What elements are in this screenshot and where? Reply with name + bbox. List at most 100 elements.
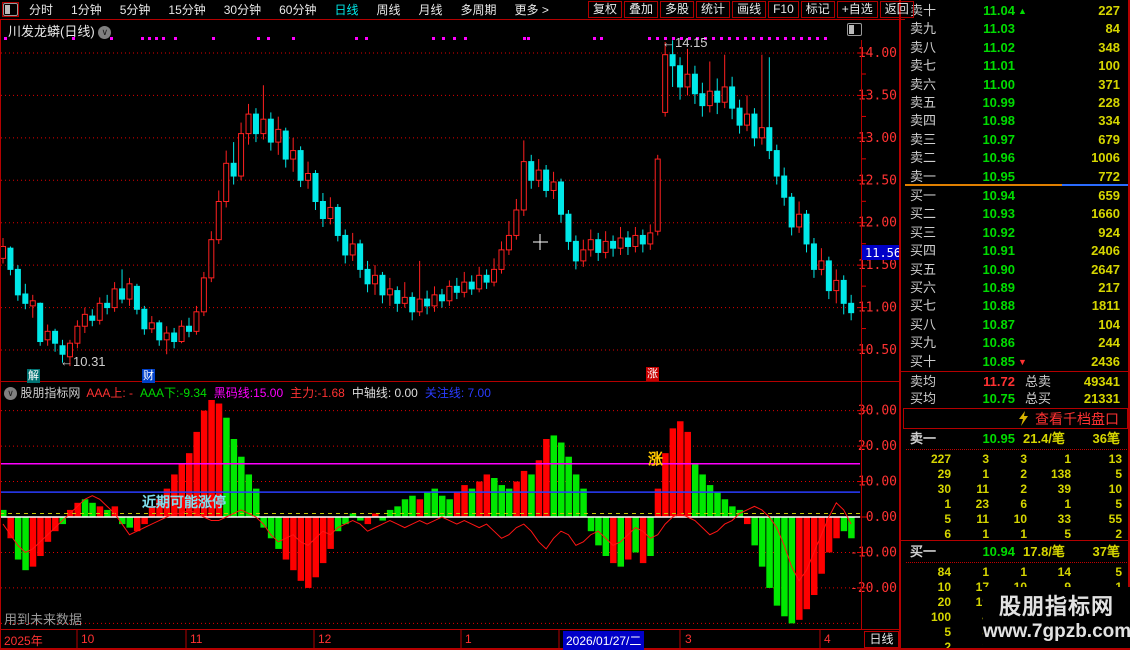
level-price: 10.93 <box>982 206 1015 222</box>
level-label: 卖六 <box>910 76 937 92</box>
svg-text:30.00: 30.00 <box>858 404 897 419</box>
level-price: 10.85 <box>982 353 1015 369</box>
ask-row[interactable]: 卖一 10.95 772 <box>905 168 1128 186</box>
bid-row[interactable]: 买二 10.93 1660 <box>905 205 1128 223</box>
indicator-hint-text: 近期可能涨停 <box>142 494 226 510</box>
ratio-bar-buy <box>1062 184 1128 186</box>
bid-row[interactable]: 买十 10.85 2436 ▼ <box>905 353 1128 371</box>
detail-cell: 3 <box>982 452 989 466</box>
detail-cell: 1 <box>944 497 951 511</box>
detail-cell: 1 <box>1020 565 1027 579</box>
level-volume: 2647 <box>1091 261 1120 277</box>
svg-text:13.50: 13.50 <box>858 88 897 103</box>
menu-item-5分钟[interactable]: 5分钟 <box>120 1 151 18</box>
level-price: 10.98 <box>982 113 1015 129</box>
detail-cell: 2 <box>1020 467 1027 481</box>
event-badge-解[interactable]: 解 <box>27 369 40 383</box>
ask-row[interactable]: 卖四 10.98 334 <box>905 112 1128 130</box>
panel-collapse-icon[interactable] <box>847 23 862 41</box>
bid-row[interactable]: 买一 10.94 659 <box>905 187 1128 205</box>
level-price: 10.91 <box>982 243 1015 259</box>
level-label: 卖二 <box>910 150 937 166</box>
dotted-separator <box>906 449 1127 450</box>
toolbar-button-多股[interactable]: 多股 <box>660 1 695 18</box>
watermark-name: 股朋指标网 <box>998 594 1114 619</box>
svg-text:12.00: 12.00 <box>858 216 897 231</box>
svg-text:14.00: 14.00 <box>858 46 897 61</box>
period-selector[interactable]: 日线 <box>864 631 899 648</box>
chevron-down-icon[interactable]: ∨ <box>98 26 112 40</box>
menu-item-分时[interactable]: 分时 <box>29 1 53 18</box>
bid-row[interactable]: 买六 10.89 217 <box>905 279 1128 297</box>
depth-link-label: 查看千档盘口 <box>1035 410 1119 427</box>
level-volume: 100 <box>1098 58 1120 74</box>
ask-row[interactable]: 卖二 10.96 1006 <box>905 149 1128 167</box>
toolbar-button-统计[interactable]: 统计 <box>696 1 731 18</box>
indicator-source: 股朋指标网 <box>20 386 81 400</box>
menu-item-30分钟[interactable]: 30分钟 <box>224 1 261 18</box>
watermark-url: www.7gpzb.com <box>983 621 1130 642</box>
time-axis-month[interactable]: 11 <box>190 632 202 646</box>
level-price: 10.87 <box>982 316 1015 332</box>
toolbar-button-F10[interactable]: F10 <box>768 1 799 18</box>
up-arrow-icon: ▲ <box>1018 6 1027 16</box>
toolbar-button-+自选[interactable]: +自选 <box>836 1 878 18</box>
toolbar-button-叠加[interactable]: 叠加 <box>624 1 659 18</box>
bid-row[interactable]: 买七 10.88 1811 <box>905 297 1128 315</box>
depth-link-row[interactable]: 查看千档盘口 <box>903 408 1128 429</box>
menu-item-周线[interactable]: 周线 <box>376 1 400 18</box>
level-price: 10.92 <box>982 224 1015 240</box>
time-axis-month[interactable]: 4 <box>824 632 831 646</box>
ask-row[interactable]: 卖八 11.02 348 <box>905 39 1128 57</box>
level-volume: 244 <box>1098 335 1120 351</box>
frame-line <box>0 19 1 649</box>
level-price: 11.01 <box>983 58 1015 74</box>
ask-row[interactable]: 卖三 10.97 679 <box>905 131 1128 149</box>
level-price: 10.97 <box>982 131 1015 147</box>
event-badge-涨[interactable]: 涨 <box>646 367 659 381</box>
time-axis-month[interactable]: 1 <box>465 632 472 646</box>
detail-cell: 5 <box>944 625 951 639</box>
ask-row[interactable]: 卖七 11.01 100 <box>905 57 1128 75</box>
level-label: 卖三 <box>910 131 937 147</box>
toolbar-button-标记[interactable]: 标记 <box>800 1 835 18</box>
ask-row[interactable]: 卖十 11.04 227 ▲ <box>905 2 1128 20</box>
bid-row[interactable]: 买五 10.90 2647 <box>905 261 1128 279</box>
level-volume: 2436 <box>1091 353 1120 369</box>
menu-item-更多 >[interactable]: 更多 > <box>515 1 549 18</box>
level-label: 买二 <box>910 206 937 222</box>
menu-item-1分钟[interactable]: 1分钟 <box>71 1 102 18</box>
toolbar-button-返回[interactable]: 返回 <box>879 1 914 18</box>
level-volume: 228 <box>1098 95 1120 110</box>
bid-row[interactable]: 买四 10.91 2406 <box>905 242 1128 260</box>
menu-item-60分钟[interactable]: 60分钟 <box>279 1 316 18</box>
bid-row[interactable]: 买三 10.92 924 <box>905 224 1128 242</box>
ask-row[interactable]: 卖五 10.99 228 <box>905 94 1128 112</box>
event-badge-财[interactable]: 财 <box>142 369 155 383</box>
time-axis-month[interactable]: 10 <box>81 632 94 646</box>
time-axis-month[interactable]: 12 <box>318 632 331 646</box>
bid-row[interactable]: 买九 10.86 244 <box>905 334 1128 352</box>
time-axis-month[interactable]: 3 <box>685 632 692 646</box>
menu-item-月线[interactable]: 月线 <box>419 1 443 18</box>
panel-toggle-icon[interactable] <box>2 2 19 17</box>
menu-item-日线[interactable]: 日线 <box>334 1 358 18</box>
svg-text:11.50: 11.50 <box>858 258 897 273</box>
menu-item-多周期[interactable]: 多周期 <box>461 1 497 18</box>
app-window: 14.00 13.50 13.00 12.50 12.00 11.50 11.00 10.50… <box>0 0 1130 650</box>
ask-row[interactable]: 卖六 11.00 371 <box>905 76 1128 94</box>
toolbar-button-复权[interactable]: 复权 <box>588 1 623 18</box>
time-axis-selected-date[interactable]: 2026/01/27/二 <box>563 631 645 650</box>
ask-row[interactable]: 卖九 11.03 84 <box>905 20 1128 38</box>
total-value: 49341 <box>1083 374 1120 389</box>
bid-row[interactable]: 买八 10.87 104 <box>905 316 1128 334</box>
bid-detail-header: 买一 10.94 17.8/笔 37笔 <box>910 544 1120 559</box>
chevron-icon[interactable]: ∨ <box>4 387 17 401</box>
level-label: 卖七 <box>910 58 937 74</box>
toolbar-button-画线[interactable]: 画线 <box>732 1 767 18</box>
detail-cell: 10 <box>1013 512 1027 526</box>
toolbar-buttons: 复权 叠加 多股 统计 画线 F10 标记 +自选 返回 <box>588 1 916 18</box>
menu-item-15分钟[interactable]: 15分钟 <box>168 1 205 18</box>
level-price: 11.04 <box>983 3 1015 18</box>
dotted-separator <box>906 562 1127 563</box>
